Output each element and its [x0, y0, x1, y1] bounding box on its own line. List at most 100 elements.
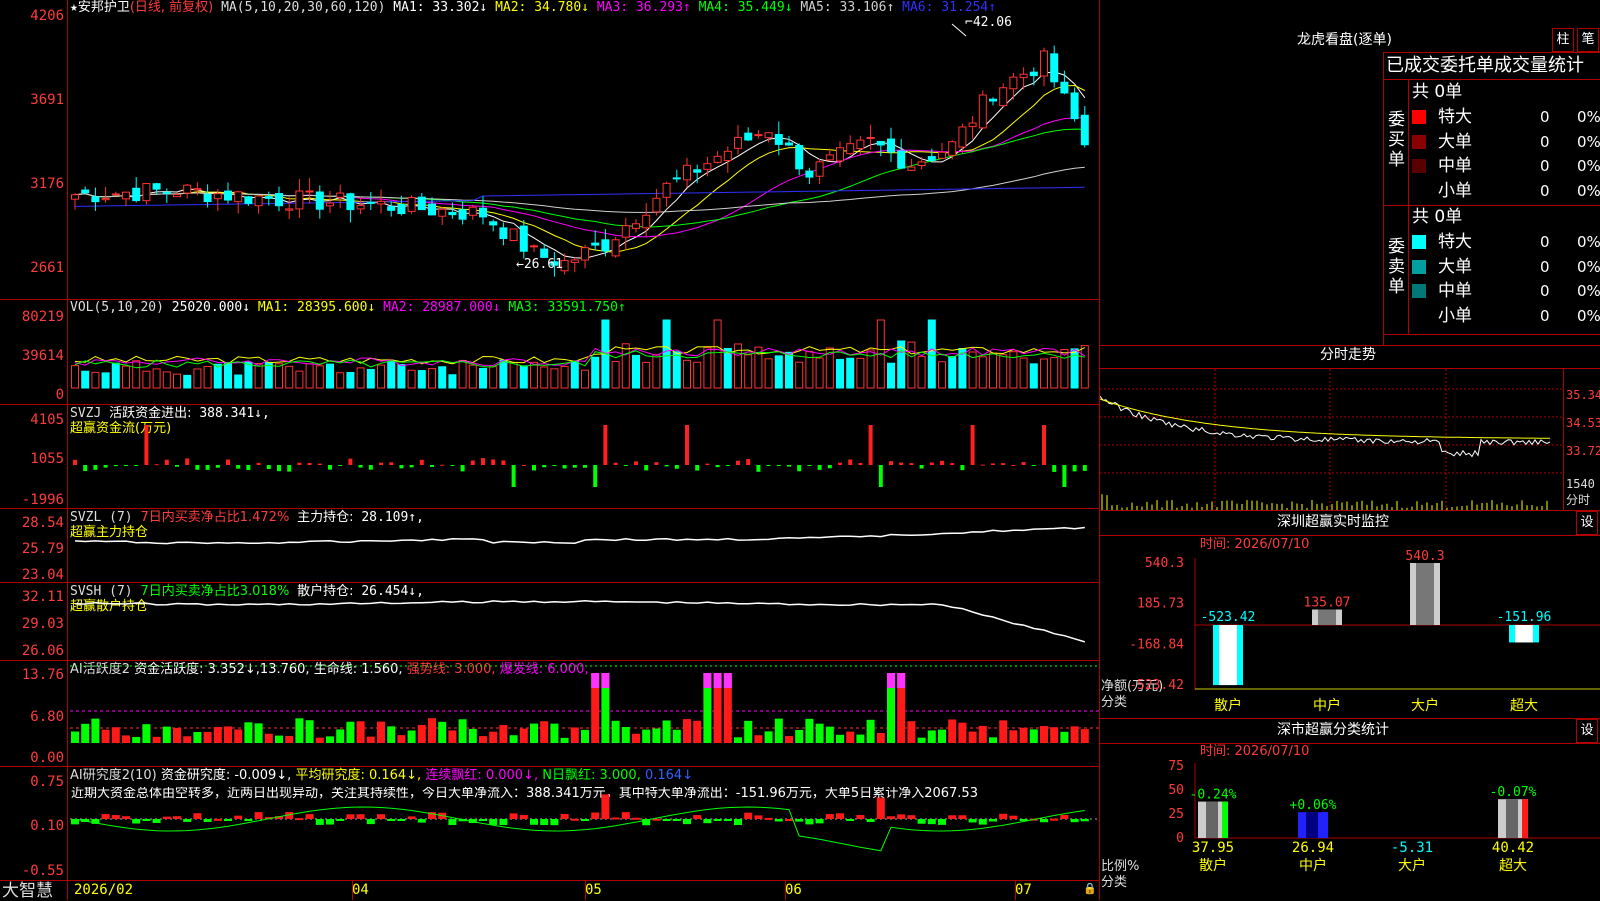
svzj-tick: 4105: [30, 412, 64, 428]
flow-bar: [807, 465, 812, 466]
volume-bar: [764, 358, 773, 389]
active-bar: [1070, 726, 1079, 743]
sell-total: 共 0单: [1412, 207, 1463, 227]
settings-button-2[interactable]: 设: [1576, 719, 1598, 743]
intraday-panel[interactable]: 分时走势 35.34 34.53 33.72 1540 分时: [1100, 345, 1600, 510]
flow-bar: [1082, 465, 1087, 471]
ai-active-panel[interactable]: 13.76 6.80 0.00 AI活跃度2 资金活跃度: 3.352↓,13.…: [0, 661, 1100, 766]
volume-bar: [948, 355, 957, 389]
candle-body: [999, 87, 1008, 107]
settings-button[interactable]: 设: [1576, 511, 1598, 535]
candle-body: [683, 164, 691, 181]
research-bar: [713, 819, 722, 821]
candle-body: [377, 200, 385, 205]
svzl-panel[interactable]: 28.54 25.79 23.04 SVZL (7) 7日内买卖净占比1.472…: [0, 509, 1100, 582]
volume-bar: [744, 354, 753, 389]
active-bar: [978, 725, 987, 743]
research-bar: [305, 814, 314, 819]
buy-total: 共 0单: [1412, 82, 1463, 102]
research-bar: [193, 813, 202, 819]
stroke-mode-button[interactable]: 笔: [1577, 28, 1599, 52]
price-panel[interactable]: 4206 3691 3176 2661 ★安邦护卫(日线, 前复权) MA(5,…: [0, 0, 1100, 299]
flow-bar: [1021, 462, 1026, 465]
intraday-price-line: [1100, 395, 1551, 458]
flow-bar: [205, 465, 210, 470]
volume-bar: [448, 374, 457, 389]
flow-bar: [736, 460, 740, 465]
candle-body: [509, 228, 518, 242]
candle-body: [407, 196, 416, 212]
active-bar: [428, 718, 436, 743]
active-bar: [774, 718, 783, 743]
svzj-panel[interactable]: 4105 1055 -1996 SVZJ 活跃资金进出: 388.341↓, 超…: [0, 405, 1100, 508]
research-bar: [336, 819, 345, 821]
order-row: 大单 0 0%: [1412, 256, 1600, 278]
flow-bar: [175, 465, 179, 467]
research-bar: [122, 816, 130, 819]
volume-bar: [856, 357, 865, 389]
order-pct: 0%: [1577, 181, 1600, 200]
sz-monitor-panel[interactable]: 深圳超赢实时监控 设 时间: 2026/07/10 净额(万元) 分类 540.…: [1100, 510, 1600, 718]
research-bar: [887, 816, 895, 819]
volume-bar: [438, 366, 447, 389]
svsh-panel[interactable]: 32.11 29.03 26.06 SVSH (7) 7日内买卖净占比3.018…: [0, 583, 1100, 660]
active-bar: [264, 733, 273, 743]
volume-bar: [326, 363, 334, 389]
volume-bar: [366, 368, 375, 389]
price-tick: 3691: [30, 92, 64, 108]
color-swatch: [1412, 259, 1426, 274]
candle-body: [499, 227, 508, 240]
volume-bar: [479, 367, 487, 389]
flow-bar: [1001, 463, 1006, 465]
ai-research-panel[interactable]: 0.75 0.10 -0.55 AI研究度2(10) 资金研究度: -0.009…: [0, 767, 1100, 880]
candle-body: [662, 182, 671, 198]
bar-mode-button[interactable]: 柱: [1552, 28, 1574, 52]
active-bar: [1050, 727, 1059, 743]
order-row: 中单 0 0%: [1412, 155, 1600, 177]
tab-orders[interactable]: 委托单: [1440, 55, 1494, 76]
flow-bar: [685, 425, 689, 465]
tab-volume-stats[interactable]: 成交量统计: [1494, 55, 1584, 76]
color-swatch: [1412, 309, 1426, 323]
order-label: 特大: [1438, 232, 1472, 252]
candle-body: [632, 223, 640, 229]
candle-body: [1080, 114, 1089, 146]
candle-body: [570, 259, 579, 263]
active-bar: [336, 729, 345, 743]
flow-bar: [797, 465, 802, 472]
sz-stats-panel[interactable]: 深市超赢分类统计 设 时间: 2026/07/10 比例% 分类 75 50 25 0…: [1100, 718, 1600, 900]
active-bar: [203, 731, 212, 743]
research-bar: [662, 819, 671, 821]
volume-bar: [142, 370, 151, 389]
volume-panel[interactable]: 80219 39614 0 VOL(5,10,20) 25020.000↓ MA…: [0, 300, 1100, 404]
stats-y-tick: 75: [1168, 759, 1184, 774]
brand-logo: 大智慧: [2, 881, 53, 901]
active-bar: [346, 721, 355, 743]
active-bar: [132, 736, 141, 743]
lock-icon[interactable]: 🔒: [1083, 882, 1097, 896]
candle-body: [907, 166, 916, 171]
candle-body: [91, 196, 100, 203]
candle-body: [968, 122, 977, 128]
x-tick: 04: [352, 882, 369, 898]
chart-area[interactable]: 4206 3691 3176 2661 ★安邦护卫(日线, 前复权) MA(5,…: [0, 0, 1100, 900]
research-bar: [234, 815, 243, 819]
flow-bar: [878, 465, 883, 487]
active-bar: [438, 721, 447, 743]
sz-bar-shade: [1219, 625, 1237, 686]
svsh-tick: 26.06: [21, 643, 64, 659]
candle-body: [224, 190, 232, 201]
low-marker: ←26.61: [516, 257, 563, 272]
tab-filled[interactable]: 已成交: [1386, 55, 1440, 76]
flow-bar: [827, 465, 832, 469]
sz-value-label: -151.96: [1497, 610, 1552, 625]
volume-bar: [254, 363, 263, 389]
stats-bar-shade: [1306, 812, 1318, 838]
volume-bar: [305, 363, 314, 389]
volume-bar: [356, 367, 365, 389]
volume-bar: [611, 361, 620, 389]
candle-body: [295, 190, 304, 210]
flow-bar: [919, 465, 924, 469]
flow-bar: [368, 465, 373, 470]
intraday-chart: [1100, 369, 1563, 510]
